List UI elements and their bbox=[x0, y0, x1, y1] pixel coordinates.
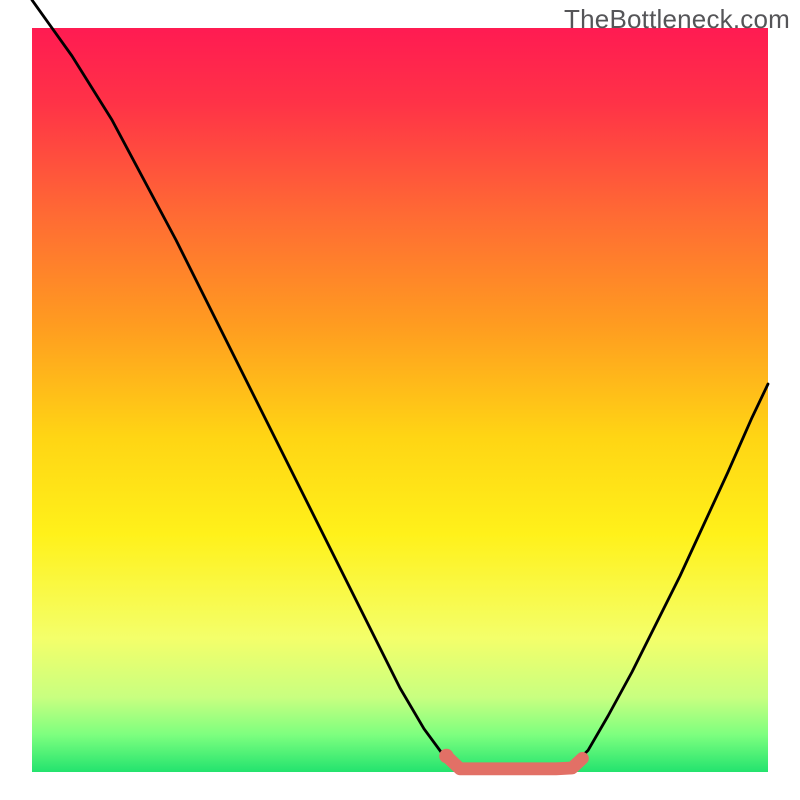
chart-background bbox=[32, 28, 768, 772]
highlight-marker bbox=[439, 749, 453, 763]
chart-svg bbox=[0, 0, 800, 800]
chart-root: TheBottleneck.com bbox=[0, 0, 800, 800]
watermark-text: TheBottleneck.com bbox=[564, 4, 790, 35]
